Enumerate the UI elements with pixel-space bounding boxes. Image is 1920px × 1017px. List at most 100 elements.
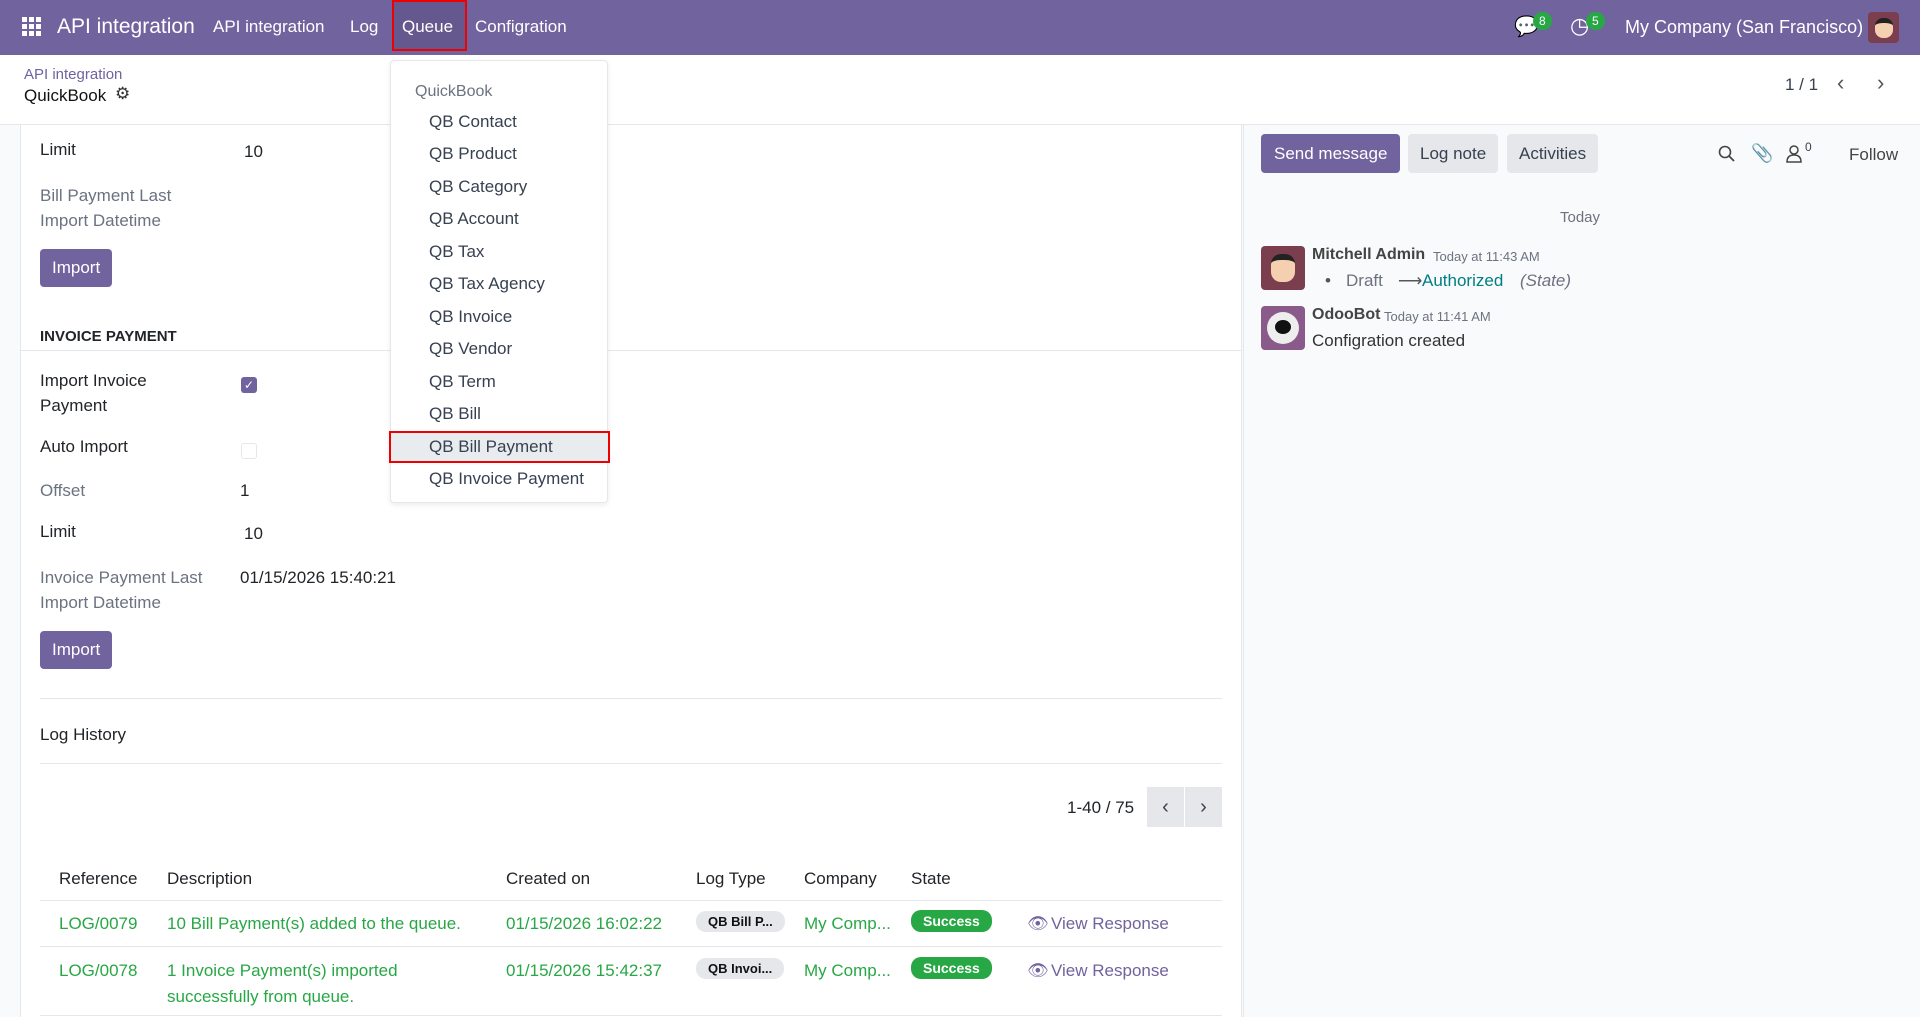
import-invoice-label: Import Invoice — [40, 371, 147, 390]
followers-icon[interactable] — [1786, 145, 1802, 163]
queue-dropdown-menu: QuickBook QB Contact QB Product QB Categ… — [389, 60, 610, 503]
menu-item-qb-tax[interactable]: QB Tax — [391, 236, 607, 268]
row-description: 1 Invoice Payment(s) imported — [167, 961, 398, 980]
limit-label: Limit — [40, 140, 76, 159]
log-note-button[interactable]: Log note — [1408, 134, 1499, 173]
invoice-last-import-value: 01/15/2026 15:40:21 — [240, 568, 396, 587]
user-avatar[interactable] — [1868, 12, 1899, 43]
send-message-button[interactable]: Send message — [1261, 134, 1401, 173]
bill-last-import-label-2: Import Datetime — [40, 211, 161, 230]
col-log-type[interactable]: Log Type — [696, 869, 766, 889]
control-panel: API integration QuickBook ⚙ 1 / 1 ‹ › — [0, 55, 1920, 125]
row-company: My Comp... — [804, 961, 891, 980]
menu-api-integration[interactable]: API integration — [213, 17, 325, 37]
row-state-badge: Success — [911, 910, 992, 932]
invoice-last-import-label: Invoice Payment Last — [40, 568, 203, 587]
followers-count: 0 — [1805, 140, 1812, 154]
import-bill-payment-button[interactable]: Import — [40, 249, 113, 287]
eye-icon: 👁 — [1027, 961, 1049, 980]
col-company[interactable]: Company — [804, 869, 877, 889]
breadcrumb-current: QuickBook — [24, 86, 107, 105]
bill-last-import-label: Bill Payment Last — [40, 186, 172, 205]
arrow-right-icon: ⟶ — [1398, 271, 1423, 290]
form-sheet: Limit 10 Bill Payment Last Import Dateti… — [20, 125, 1242, 1017]
bullet: • — [1325, 271, 1331, 290]
col-description[interactable]: Description — [167, 869, 252, 889]
activities-button[interactable]: Activities — [1507, 134, 1599, 173]
menu-item-qb-category[interactable]: QB Category — [391, 171, 607, 203]
date-separator: Today — [1560, 209, 1601, 226]
view-response-button[interactable]: View Response — [1051, 961, 1169, 981]
eye-icon: 👁 — [1027, 914, 1049, 933]
menu-item-qb-invoice-payment[interactable]: QB Invoice Payment — [391, 463, 607, 495]
row-created-on: 01/15/2026 16:02:22 — [506, 914, 662, 933]
mitchell-avatar[interactable] — [1261, 246, 1305, 290]
pager-next-icon[interactable]: › — [1877, 70, 1884, 96]
row-description-2: successfully from queue. — [167, 987, 355, 1006]
log-history-label: Log History — [40, 725, 126, 744]
row-company: My Comp... — [804, 914, 891, 933]
menu-item-qb-bill[interactable]: QB Bill — [391, 398, 607, 430]
col-state[interactable]: State — [911, 869, 951, 889]
limit-value[interactable]: 10 — [244, 142, 263, 162]
import-invoice-checkbox[interactable]: ✓ — [241, 377, 257, 393]
menu-item-qb-tax-agency[interactable]: QB Tax Agency — [391, 268, 607, 300]
menu-item-qb-invoice[interactable]: QB Invoice — [391, 301, 607, 333]
auto-import-label: Auto Import — [40, 437, 128, 456]
message-time: Today at 11:41 AM — [1384, 309, 1491, 324]
row-created-on: 01/15/2026 15:42:37 — [506, 961, 662, 980]
offset-value[interactable]: 1 — [240, 481, 249, 501]
row-state-badge: Success — [911, 957, 992, 979]
log-next-button[interactable]: › — [1185, 787, 1222, 827]
auto-import-checkbox[interactable] — [241, 443, 257, 459]
limit-2-value[interactable]: 10 — [244, 524, 263, 544]
row-reference: LOG/0079 — [59, 914, 138, 933]
tracking-new-value: Authorized — [1422, 271, 1504, 290]
pager-value: 1 / 1 — [1785, 75, 1819, 94]
import-invoice-label-2: Payment — [40, 396, 108, 415]
company-switcher[interactable]: My Company (San Francisco) — [1625, 17, 1863, 38]
menu-configration[interactable]: Configration — [475, 17, 567, 37]
tracking-field: (State) — [1520, 271, 1572, 290]
activities-badge: 5 — [1586, 12, 1605, 30]
col-reference[interactable]: Reference — [59, 869, 137, 889]
chatter: Send message Log note Activities 📎 0 Fol… — [1243, 125, 1920, 1017]
tracking-old-value: Draft — [1346, 271, 1383, 290]
dropdown-header: QuickBook — [415, 83, 493, 100]
menu-item-qb-vendor[interactable]: QB Vendor — [391, 333, 607, 365]
menu-log[interactable]: Log — [350, 17, 378, 37]
paperclip-icon[interactable]: 📎 — [1751, 143, 1773, 164]
message-author[interactable]: Mitchell Admin — [1312, 246, 1425, 264]
menu-queue[interactable]: Queue — [392, 0, 467, 51]
log-pager-value: 1-40 / 75 — [1067, 798, 1135, 817]
message-author[interactable]: OdooBot — [1312, 306, 1380, 324]
view-response-button[interactable]: View Response — [1051, 914, 1169, 934]
pager-prev-icon[interactable]: ‹ — [1837, 70, 1844, 96]
menu-item-qb-term[interactable]: QB Term — [391, 366, 607, 398]
menu-item-qb-account[interactable]: QB Account — [391, 203, 607, 235]
row-reference: LOG/0078 — [59, 961, 138, 980]
gear-icon[interactable]: ⚙ — [115, 84, 130, 104]
col-created-on[interactable]: Created on — [506, 869, 590, 889]
limit-2-label: Limit — [40, 522, 76, 541]
breadcrumb-parent[interactable]: API integration — [24, 66, 122, 83]
menu-queue-label: Queue — [402, 17, 454, 36]
offset-label: Offset — [40, 481, 86, 500]
apps-grid-icon[interactable] — [22, 17, 42, 37]
menu-item-qb-contact[interactable]: QB Contact — [391, 106, 607, 138]
log-prev-button[interactable]: ‹ — [1147, 787, 1184, 827]
messages-badge: 8 — [1533, 12, 1552, 30]
invoice-last-import-label-2: Import Datetime — [40, 593, 161, 612]
message-body: Configration created — [1312, 331, 1466, 350]
search-icon[interactable] — [1718, 145, 1736, 163]
app-brand[interactable]: API integration — [57, 15, 195, 39]
message-time: Today at 11:43 AM — [1433, 249, 1540, 264]
menu-item-qb-product[interactable]: QB Product — [391, 138, 607, 170]
odoobot-avatar[interactable] — [1261, 306, 1305, 350]
row-log-type-tag: QB Invoi... — [696, 958, 785, 979]
row-log-type-tag: QB Bill P... — [696, 911, 785, 932]
follow-button[interactable]: Follow — [1849, 145, 1898, 165]
menu-item-qb-bill-payment[interactable]: QB Bill Payment — [389, 431, 610, 463]
import-invoice-payment-button[interactable]: Import — [40, 631, 113, 669]
section-invoice-payment: INVOICE PAYMENT — [40, 328, 177, 345]
